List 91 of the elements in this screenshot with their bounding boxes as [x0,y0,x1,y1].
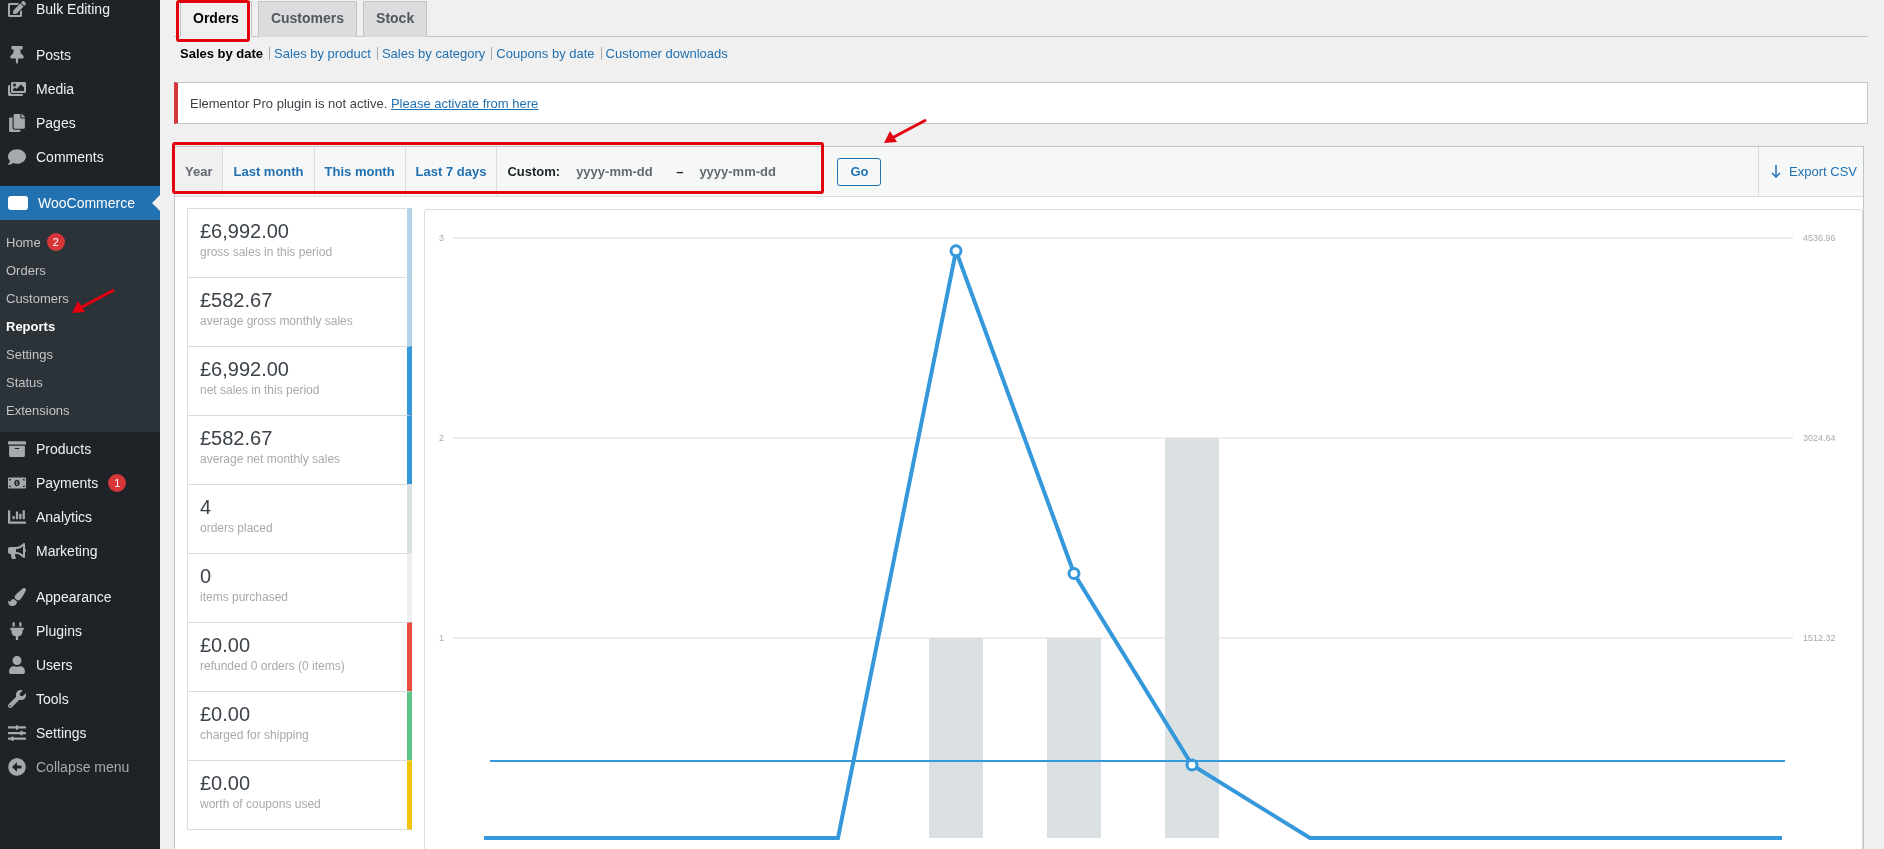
stat-label: gross sales in this period [200,245,334,259]
axis-label: 3 [439,233,444,243]
menu-icon [8,690,26,708]
menu-icon [8,440,26,458]
data-point [1067,567,1081,580]
submenu-item[interactable]: Extensions [0,396,160,424]
stat-value: £0.00 [200,633,252,657]
data-point [1185,758,1199,772]
stat-label: orders placed [200,521,274,535]
sidebar-item[interactable]: Users [0,648,160,682]
submenu-item[interactable]: Customers [0,284,160,312]
menu-pointer [152,195,160,211]
menu-icon [8,46,26,64]
stat-value: £582.67 [200,426,274,450]
sidebar-item[interactable]: Posts [0,38,160,72]
stat-label: net sales in this period [200,383,321,397]
annotation-arrow [884,118,928,144]
end-date-field[interactable]: yyyy-mm-dd [689,160,800,183]
menu-icon [8,0,26,18]
stat-label: charged for shipping [200,728,310,742]
notice-message: Elementor Pro plugin is not active. Please activate from here [190,95,539,111]
count-badge: 1 [108,474,127,492]
menu-icon [8,724,26,742]
stat-label: worth of coupons used [200,797,322,811]
download-icon [1771,165,1782,178]
submenu-item[interactable]: Home 2 [0,228,160,256]
sidebar-item[interactable]: Settings [0,716,160,750]
sidebar-item[interactable]: Marketing [0,534,160,568]
menu-icon [8,114,26,132]
report-link[interactable]: Customer downloads [600,47,731,60]
sidebar-item[interactable]: Pages [0,106,160,140]
submenu-item[interactable]: Reports [0,312,160,340]
sidebar-item[interactable]: Plugins [0,614,160,648]
menu-icon [8,542,26,560]
sidebar-item[interactable]: WooCommerce [0,186,160,220]
data-point [949,244,963,258]
sidebar-item[interactable]: Appearance [0,580,160,614]
submenu-item[interactable]: Settings [0,340,160,368]
stat-value: £0.00 [200,702,252,726]
axis-label: 1512.32 [1803,633,1836,643]
menu-icon [8,508,26,526]
range-dash: – [676,164,684,179]
report-link[interactable]: Coupons by date [491,47,598,60]
sidebar-item[interactable]: Products [0,432,160,466]
menu-icon [8,656,26,674]
annotation-arrow [72,288,116,314]
sidebar-item[interactable]: Comments [0,140,160,174]
stat-value: 0 [200,564,213,588]
stat-label: refunded 0 orders (0 items) [200,659,346,673]
sidebar-item[interactable]: Payments 1 [0,466,160,500]
stat-value: £582.67 [200,288,274,312]
menu-icon [8,588,26,606]
stat-value: 4 [200,495,213,519]
stat-value: £0.00 [200,771,252,795]
report-link[interactable]: Sales by date [176,47,267,60]
export-csv-link[interactable]: Export CSV [1758,147,1863,196]
report-link[interactable]: Sales by product [269,47,374,60]
stat-label: average net monthly sales [200,452,342,466]
report-link[interactable]: Sales by category [376,47,489,60]
axis-label: 4536.96 [1803,233,1836,243]
axis-label: 1 [439,633,444,643]
sidebar-item[interactable]: Bulk Editing [0,0,160,26]
axis-label: 2 [439,433,444,443]
stat-value: £6,992.00 [200,357,290,381]
go-button[interactable]: Go [837,157,882,186]
start-date-field[interactable]: yyyy-mm-dd [566,160,677,183]
range-option[interactable]: Last 7 days [405,147,498,196]
sidebar-item[interactable]: Media [0,72,160,106]
menu-icon [8,148,26,166]
submenu-item[interactable]: Status [0,368,160,396]
sidebar-item[interactable]: Tools [0,682,160,716]
report-tab[interactable]: Orders [180,1,252,37]
count-badge: 2 [46,233,65,251]
stat-value: £6,992.00 [200,219,290,243]
report-tab[interactable]: Stock [363,1,428,37]
range-option[interactable]: This month [314,147,406,196]
menu-icon [8,758,26,776]
range-option[interactable]: Last month [223,147,315,196]
stat-label: average gross monthly sales [200,314,354,328]
report-tab[interactable]: Customers [257,1,358,37]
menu-icon [8,622,26,640]
stat-label: items purchased [200,590,290,604]
menu-icon [8,196,28,210]
range-option[interactable]: Year [175,147,224,196]
sidebar-item[interactable]: Collapse menu [0,750,160,784]
submenu-item[interactable]: Orders [0,256,160,284]
sidebar-item[interactable]: Analytics [0,500,160,534]
axis-label: 3024.64 [1803,433,1836,443]
activate-link[interactable]: Please activate from here [390,95,539,111]
custom-label: Custom: [507,164,561,179]
menu-icon [8,80,26,98]
